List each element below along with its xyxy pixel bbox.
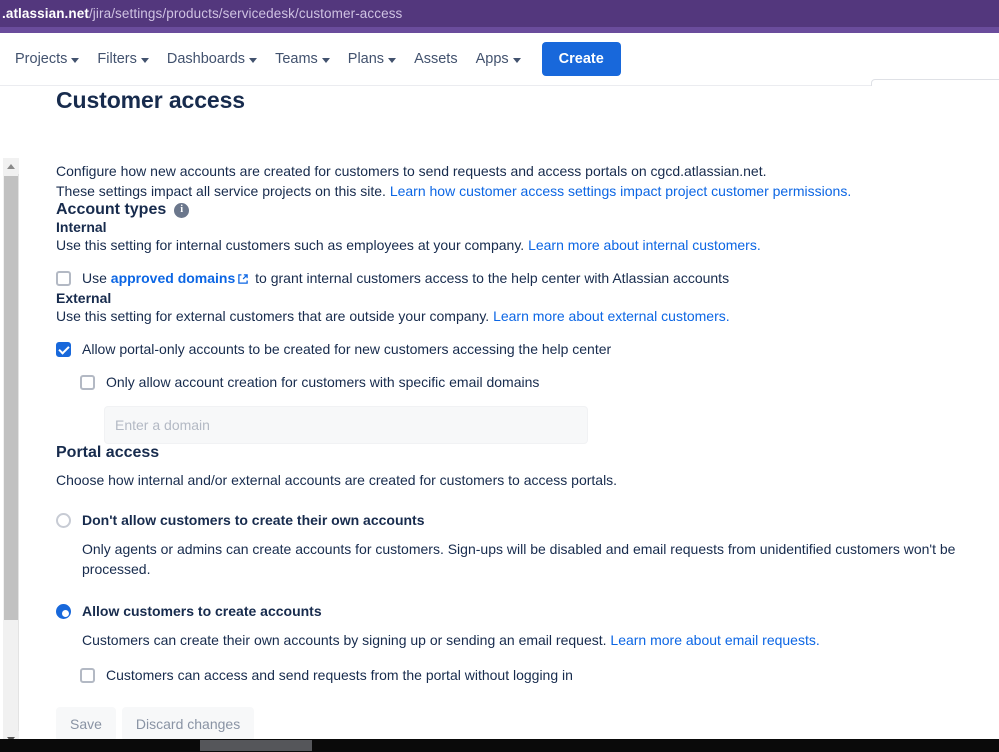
label-after: to grant internal customers access to th… — [251, 270, 730, 286]
external-subtitle: External — [56, 290, 112, 306]
specific-email-domains-row[interactable]: Only allow account creation for customer… — [80, 373, 999, 392]
specific-email-domains-label: Only allow account creation for customer… — [106, 374, 540, 390]
portal-option-allow-label: Allow customers to create accounts — [82, 603, 322, 619]
chevron-down-icon — [71, 57, 80, 63]
portal-option-dont-allow-description: Only agents or admins can create account… — [82, 541, 956, 577]
nav-item-filters[interactable]: Filters — [88, 45, 157, 73]
chevron-down-icon — [388, 57, 397, 63]
external-link-icon — [237, 271, 249, 290]
nav-item-label: Filters — [97, 51, 137, 67]
footer-buttons: Save Discard changes — [56, 707, 999, 739]
main-content: Customer access Configure how new accoun… — [20, 86, 999, 739]
scroll-up-button[interactable] — [3, 158, 19, 174]
nav-item-label: Apps — [475, 51, 509, 67]
nav-item-apps[interactable]: Apps — [467, 45, 530, 73]
nav-item-label: Teams — [275, 51, 318, 67]
nav-item-projects[interactable]: Projects — [6, 45, 88, 73]
portal-only-accounts-label: Allow portal-only accounts to be created… — [82, 341, 612, 357]
account-types-heading: Account types i — [56, 201, 999, 219]
url-path: /jira/settings/products/servicedesk/cust… — [88, 6, 403, 21]
intro-block: Configure how new accounts are created f… — [56, 161, 999, 201]
scrollbar-thumb[interactable] — [4, 176, 18, 620]
chevron-down-icon — [140, 57, 149, 63]
horizontal-scrollbar[interactable] — [0, 739, 999, 752]
nav-item-label: Plans — [347, 51, 385, 67]
create-button[interactable]: Create — [541, 42, 621, 76]
label-before: Use — [82, 270, 111, 286]
approved-domains-row[interactable]: Use approved domains to grant internal c… — [56, 269, 999, 290]
portal-option-dont-allow-radio[interactable] — [56, 513, 71, 528]
internal-subtitle: Internal — [56, 219, 107, 235]
intro-line-1: Configure how new accounts are created f… — [56, 163, 767, 179]
portal-option-allow-description: Customers can create their own accounts … — [82, 630, 999, 650]
approved-domains-checkbox[interactable] — [56, 271, 71, 286]
nav-item-teams[interactable]: Teams — [266, 45, 339, 73]
save-button[interactable]: Save — [56, 707, 116, 739]
info-icon[interactable]: i — [174, 202, 190, 218]
url-domain: .atlassian.net — [2, 6, 89, 21]
portal-option-allow-row[interactable]: Allow customers to create accounts — [56, 602, 999, 621]
customer-permissions-link[interactable]: Learn how customer access settings impac… — [390, 183, 851, 199]
portal-only-accounts-checkbox[interactable] — [56, 342, 71, 357]
portal-option-dont-allow-label: Don't allow customers to create their ow… — [82, 512, 425, 528]
nav-items: Projects Filters Dashboards Teams Plans … — [0, 42, 621, 76]
no-login-access-label: Customers can access and send requests f… — [106, 667, 573, 683]
intro-line-2: These settings impact all service projec… — [56, 181, 999, 201]
nav-item-dashboards[interactable]: Dashboards — [158, 45, 266, 73]
domain-input-placeholder: Enter a domain — [115, 417, 210, 433]
chevron-down-icon — [249, 57, 258, 63]
approved-domains-link[interactable]: approved domains — [111, 270, 235, 286]
chevron-up-icon — [7, 163, 15, 169]
portal-option-dont-allow-row[interactable]: Don't allow customers to create their ow… — [56, 511, 999, 530]
account-types-title: Account types — [56, 201, 167, 218]
nav-item-label: Assets — [414, 51, 458, 67]
discard-changes-button[interactable]: Discard changes — [121, 707, 255, 739]
url-text: .atlassian.net/jira/settings/products/se… — [2, 6, 402, 21]
domain-input[interactable]: Enter a domain — [104, 406, 588, 444]
top-navigation: Projects Filters Dashboards Teams Plans … — [0, 33, 999, 109]
external-description: Use this setting for external customers … — [56, 306, 999, 326]
intro-line-2-text: These settings impact all service projec… — [56, 183, 390, 199]
internal-description-text: Use this setting for internal customers … — [56, 237, 529, 253]
portal-access-heading: Portal access — [56, 444, 999, 462]
portal-option-allow-description-text: Customers can create their own accounts … — [82, 632, 611, 648]
email-requests-link[interactable]: Learn more about email requests. — [610, 632, 819, 648]
nav-item-label: Projects — [15, 51, 68, 67]
vertical-scrollbar[interactable] — [3, 158, 19, 747]
nav-item-label: Dashboards — [166, 51, 246, 67]
page-title: Customer access — [56, 87, 245, 113]
chevron-down-icon — [321, 57, 330, 63]
nav-item-plans[interactable]: Plans — [339, 45, 405, 73]
external-description-text: Use this setting for external customers … — [56, 308, 494, 324]
external-customers-link[interactable]: Learn more about external customers. — [493, 308, 730, 324]
internal-customers-link[interactable]: Learn more about internal customers. — [528, 237, 761, 253]
portal-only-accounts-row[interactable]: Allow portal-only accounts to be created… — [56, 340, 999, 359]
nav-item-assets[interactable]: Assets — [405, 45, 467, 73]
portal-option-allow-radio[interactable] — [56, 604, 71, 619]
chevron-down-icon — [512, 57, 521, 63]
portal-access-description: Choose how internal and/or external acco… — [56, 472, 618, 488]
portal-access-title: Portal access — [56, 444, 160, 461]
screen: .atlassian.net/jira/settings/products/se… — [0, 0, 999, 752]
internal-description: Use this setting for internal customers … — [56, 235, 999, 255]
no-login-access-row[interactable]: Customers can access and send requests f… — [80, 666, 999, 685]
no-login-access-checkbox[interactable] — [80, 668, 95, 683]
browser-url-bar[interactable]: .atlassian.net/jira/settings/products/se… — [0, 0, 999, 27]
approved-domains-label: Use approved domains to grant internal c… — [82, 269, 729, 290]
horizontal-scrollbar-thumb[interactable] — [200, 740, 312, 751]
specific-email-domains-checkbox[interactable] — [80, 375, 95, 390]
